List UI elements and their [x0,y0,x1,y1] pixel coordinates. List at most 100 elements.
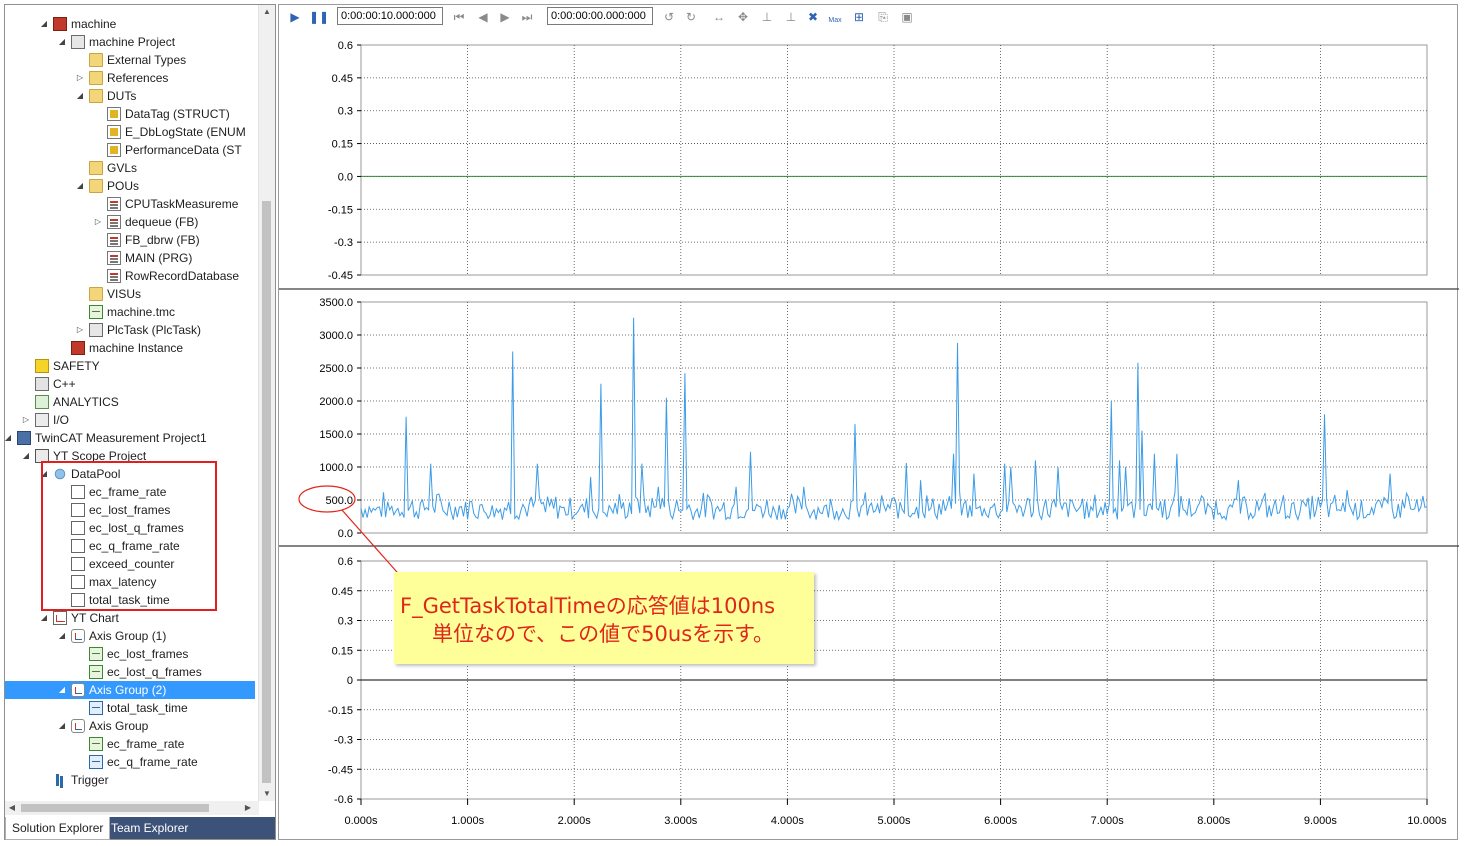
step-forward-icon[interactable]: ▶ [497,9,513,25]
tree-item[interactable]: ec_q_frame_rate [5,753,255,771]
tree-item[interactable]: ◢ machine Project [5,33,255,51]
tab-team-explorer[interactable]: Team Explorer [105,817,194,839]
tree-item[interactable]: ▷ References [5,69,255,87]
tree-item[interactable]: ◢ Axis Group (2) [5,681,255,699]
cursor-icon[interactable]: ⊥ [759,9,775,25]
export-icon[interactable]: ⎘ [875,9,891,25]
tree-item[interactable]: ◢ YT Chart [5,609,255,627]
tree-item[interactable]: ▷ dequeue (FB) [5,213,255,231]
tree-item[interactable]: ◢ DUTs [5,87,255,105]
tree-item[interactable]: PerformanceData (ST [5,141,255,159]
scroll-down-icon[interactable]: ▼ [259,787,275,801]
io-icon [35,413,49,427]
tree-item[interactable]: ec_frame_rate [5,735,255,753]
cursor2-icon[interactable]: ⊥ [783,9,799,25]
tree-item[interactable]: ◢ Axis Group (1) [5,627,255,645]
x-tick-label: 2.000s [558,815,592,827]
tree-item[interactable]: External Types [5,51,255,69]
start-icon[interactable]: ▶ [287,9,303,25]
tree-item[interactable]: ec_lost_frames [5,645,255,663]
go-first-icon[interactable]: ⏮ [451,9,467,25]
pause-icon[interactable]: ❚❚ [309,9,329,25]
dut-icon [107,125,121,139]
tree-item[interactable]: CPUTaskMeasureme [5,195,255,213]
tree-item[interactable]: machine Instance [5,339,255,357]
tree-item[interactable]: ▷ PlcTask (PlcTask) [5,321,255,339]
tree-item[interactable]: FB_dbrw (FB) [5,231,255,249]
y-tick-label: -0.45 [328,764,353,776]
pan-icon[interactable]: ↔ [711,9,727,25]
tree-vertical-scrollbar[interactable]: ▲ ▼ [258,5,275,801]
expanded-arrow-icon[interactable]: ◢ [57,33,67,51]
tree-item[interactable]: Trigger [5,771,255,789]
go-last-icon[interactable]: ⏭ [519,9,535,25]
hscroll-thumb[interactable] [21,804,209,812]
tree-item-label: ANALYTICS [53,395,119,409]
x-tick-label: 1.000s [451,815,485,827]
tree-item[interactable]: E_DbLogState (ENUM [5,123,255,141]
tree-item[interactable]: ◢ machine [5,15,255,33]
expanded-arrow-icon[interactable]: ◢ [57,717,67,735]
scroll-thumb[interactable] [262,201,271,783]
tree-item-label: machine Project [89,35,176,49]
tree-item-label: POUs [107,179,140,193]
collapsed-arrow-icon[interactable]: ▷ [75,321,85,339]
tree-item[interactable]: DataTag (STRUCT) [5,105,255,123]
tree-item[interactable]: GVLs [5,159,255,177]
tree-item[interactable]: C++ [5,375,255,393]
y-tick-label: 0.0 [338,171,353,183]
tree-item[interactable]: RowRecordDatabase [5,267,255,285]
folder-icon [89,287,103,301]
expanded-arrow-icon[interactable]: ◢ [75,87,85,105]
expanded-arrow-icon[interactable]: ◢ [57,681,67,699]
scroll-right-icon[interactable]: ▶ [241,801,255,815]
tree-item[interactable]: SAFETY [5,357,255,375]
collapsed-arrow-icon[interactable]: ▷ [21,411,31,429]
tree-item[interactable]: ◢ TwinCAT Measurement Project1 [5,429,255,447]
x-tick-label: 9.000s [1304,815,1338,827]
datapool-highlight-box [41,461,217,611]
step-back-icon[interactable]: ◀ [475,9,491,25]
analytics-icon [35,395,49,409]
collapsed-arrow-icon[interactable]: ▷ [75,69,85,87]
plc-project-icon [53,17,67,31]
tree-item[interactable]: ANALYTICS [5,393,255,411]
tree-item-label: machine [71,17,117,31]
expanded-arrow-icon[interactable]: ◢ [39,15,49,33]
snapshot-icon[interactable]: ▣ [899,9,915,25]
tree-item[interactable]: ▷ I/O [5,411,255,429]
instance-icon [71,341,85,355]
tree-item[interactable]: total_task_time [5,699,255,717]
pou-icon [107,215,121,229]
zoom-all-icon[interactable]: ✥ [735,9,751,25]
max-icon[interactable]: Max [827,9,843,25]
marker-icon[interactable]: ⊞ [851,9,867,25]
expanded-arrow-icon[interactable]: ◢ [39,609,49,627]
collapsed-arrow-icon[interactable]: ▷ [93,213,103,231]
tab-solution-explorer[interactable]: Solution Explorer [5,817,111,840]
tree-item[interactable]: ◢ POUs [5,177,255,195]
pou-icon [107,197,121,211]
tree-item-label: C++ [53,377,76,391]
expanded-arrow-icon[interactable]: ◢ [21,447,31,465]
expanded-arrow-icon[interactable]: ◢ [5,429,13,447]
delete-cursor-icon[interactable]: ✖ [805,9,821,25]
tree-horizontal-scrollbar[interactable]: ◀ ▶ [5,801,259,815]
y-tick-label: -0.3 [334,237,353,249]
undo-icon[interactable]: ↺ [661,9,677,25]
tree-item[interactable]: machine.tmc [5,303,255,321]
tree-item-label: ec_lost_frames [107,647,189,661]
expanded-arrow-icon[interactable]: ◢ [75,177,85,195]
scroll-left-icon[interactable]: ◀ [5,801,19,815]
y-tick-label: 0.6 [338,556,353,568]
redo-icon[interactable]: ↻ [683,9,699,25]
tree-item[interactable]: MAIN (PRG) [5,249,255,267]
expanded-arrow-icon[interactable]: ◢ [57,627,67,645]
dut-icon [107,143,121,157]
time-position-field[interactable] [547,7,653,25]
time-span-field[interactable] [337,7,443,25]
tree-item[interactable]: VISUs [5,285,255,303]
tree-item[interactable]: ec_lost_q_frames [5,663,255,681]
tree-item[interactable]: ◢ Axis Group [5,717,255,735]
scroll-up-icon[interactable]: ▲ [259,5,275,19]
